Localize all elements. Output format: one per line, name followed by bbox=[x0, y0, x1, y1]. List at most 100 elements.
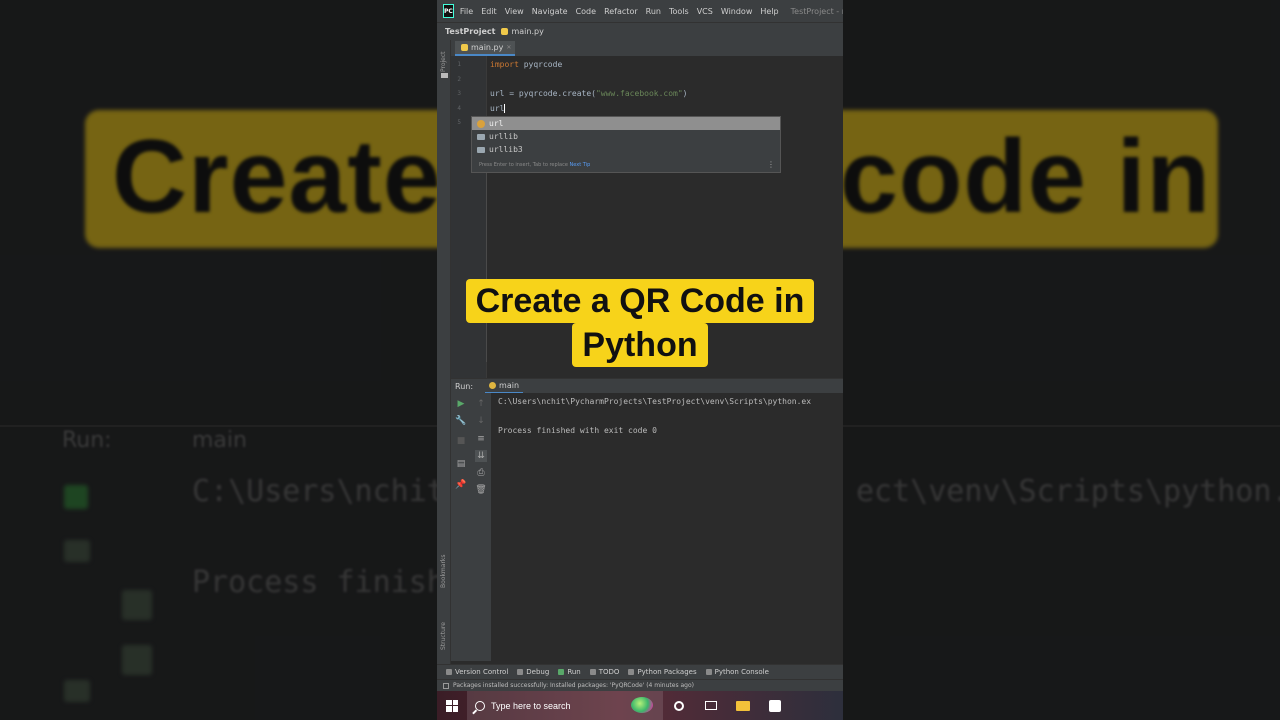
line-number: 3 bbox=[457, 90, 461, 97]
overlay-title-line2: Python bbox=[572, 323, 708, 367]
circle-icon bbox=[674, 700, 684, 711]
stop-icon[interactable]: ■ bbox=[455, 435, 467, 447]
breadcrumb-file[interactable]: main.py bbox=[501, 27, 544, 36]
menu-code[interactable]: Code bbox=[576, 7, 596, 16]
branch-icon bbox=[446, 669, 452, 675]
code-line-1: import pyqrcode bbox=[490, 60, 562, 69]
cortana-button[interactable] bbox=[663, 691, 695, 720]
package-icon bbox=[477, 133, 485, 140]
tab-main-py[interactable]: main.py ✕ bbox=[455, 41, 515, 56]
close-paren: ) bbox=[682, 89, 688, 98]
breadcrumb-project[interactable]: TestProject bbox=[445, 27, 495, 36]
url-string: "www.facebook.com" bbox=[595, 89, 683, 98]
arrow-up-icon[interactable]: ↑ bbox=[475, 398, 487, 410]
more-options-icon[interactable]: ⋮ bbox=[767, 160, 775, 169]
arrow-down-icon[interactable]: ↓ bbox=[475, 415, 487, 427]
search-placeholder: Type here to search bbox=[491, 700, 571, 711]
play-icon bbox=[558, 669, 565, 675]
run-tab-main[interactable]: main bbox=[485, 379, 524, 394]
taskbar-search[interactable]: Type here to search bbox=[467, 691, 663, 720]
line-number: 5 bbox=[457, 119, 461, 126]
tool-label: Python Packages bbox=[637, 668, 697, 676]
run-tool-header: Run: main bbox=[451, 378, 843, 394]
console-result: Process finished with exit code 0 bbox=[498, 426, 657, 435]
menu-vcs[interactable]: VCS bbox=[697, 7, 713, 16]
completion-hint: Press Enter to insert, Tab to replace Ne… bbox=[479, 162, 590, 168]
run-button[interactable]: Run bbox=[558, 668, 581, 676]
menu-run[interactable]: Run bbox=[646, 7, 661, 16]
menu-bar: PC File Edit View Navigate Code Refactor… bbox=[437, 0, 843, 22]
scroll-to-end-icon[interactable]: ⇊ bbox=[475, 450, 487, 462]
windows-logo-icon bbox=[446, 699, 458, 712]
pycharm-window: PC File Edit View Navigate Code Refactor… bbox=[437, 0, 843, 720]
python-icon bbox=[489, 381, 497, 389]
search-highlight-icon bbox=[631, 697, 653, 713]
pin-icon[interactable]: 📌 bbox=[455, 479, 467, 491]
rerun-icon[interactable]: ▶ bbox=[455, 398, 467, 410]
completion-item[interactable]: url bbox=[472, 117, 780, 130]
console-icon bbox=[705, 669, 712, 675]
completion-label: urllib bbox=[489, 132, 518, 141]
layout-icon[interactable]: ▤ bbox=[455, 458, 467, 470]
pycharm-logo-icon: PC bbox=[443, 4, 454, 18]
bookmarks-tool-button[interactable]: Bookmarks bbox=[440, 554, 447, 588]
code-line-4: url bbox=[490, 104, 506, 113]
text-caret bbox=[504, 104, 506, 113]
version-control-button[interactable]: Version Control bbox=[446, 668, 508, 676]
tool-label: Run bbox=[567, 668, 581, 676]
overlay-title-line1: Create a QR Code in bbox=[465, 279, 815, 323]
window-title: TestProject - ma bbox=[790, 6, 843, 16]
soft-wrap-icon[interactable]: ≡ bbox=[475, 433, 487, 445]
bug-icon bbox=[517, 669, 524, 675]
menu-refactor[interactable]: Refactor bbox=[604, 7, 638, 16]
run-toolbar: ▶ ↑ 🔧 ↓ ■ ≡ ▤ ⇊ ⎙ 📌 🗑 bbox=[451, 393, 491, 661]
completion-item[interactable]: urllib bbox=[472, 130, 780, 143]
windows-taskbar: Type here to search bbox=[437, 691, 843, 720]
search-icon bbox=[475, 700, 485, 711]
menu-edit[interactable]: Edit bbox=[481, 7, 497, 16]
store-button[interactable] bbox=[759, 691, 791, 720]
menu-tools[interactable]: Tools bbox=[669, 7, 689, 16]
bottom-tool-strip: Version Control Debug Run TODO Python Pa… bbox=[437, 664, 843, 679]
menu-help[interactable]: Help bbox=[760, 7, 778, 16]
run-label: Run: bbox=[455, 381, 474, 391]
wrench-icon[interactable]: 🔧 bbox=[455, 415, 467, 427]
package-icon bbox=[628, 669, 635, 675]
status-bar: Packages installed successfully: Install… bbox=[437, 679, 843, 691]
tab-main-py-label: main.py bbox=[471, 43, 504, 52]
folder-icon bbox=[441, 73, 448, 78]
debug-button[interactable]: Debug bbox=[517, 668, 549, 676]
structure-tool-button[interactable]: Structure bbox=[440, 622, 447, 650]
completion-hint-text: Press Enter to insert, Tab to replace bbox=[479, 162, 568, 168]
line-number: 4 bbox=[457, 105, 461, 112]
todo-button[interactable]: TODO bbox=[589, 668, 620, 676]
completion-item[interactable]: urllib3 bbox=[472, 143, 780, 156]
start-button[interactable] bbox=[437, 691, 467, 720]
menu-window[interactable]: Window bbox=[721, 7, 753, 16]
next-tip-link[interactable]: Next Tip bbox=[570, 162, 591, 168]
console-command: C:\Users\nchit\PycharmProjects\TestProje… bbox=[498, 397, 812, 406]
autocomplete-popup: url urllib urllib3 Press Enter to insert… bbox=[471, 116, 781, 173]
status-toggle-icon[interactable] bbox=[443, 682, 449, 689]
project-tool-button[interactable]: Project bbox=[440, 51, 447, 72]
editor-tabs: main.py ✕ bbox=[451, 40, 843, 56]
close-icon[interactable]: ✕ bbox=[506, 44, 511, 51]
print-icon[interactable]: ⎙ bbox=[475, 467, 487, 479]
tool-label: TODO bbox=[598, 668, 620, 676]
completion-label: url bbox=[489, 119, 504, 128]
task-view-button[interactable] bbox=[695, 691, 727, 720]
typed-text: url bbox=[490, 104, 505, 113]
run-tab-label: main bbox=[499, 380, 520, 390]
python-console-button[interactable]: Python Console bbox=[705, 668, 769, 676]
menu-navigate[interactable]: Navigate bbox=[532, 7, 568, 16]
menu-view[interactable]: View bbox=[505, 7, 524, 16]
status-message: Packages installed successfully: Install… bbox=[453, 682, 694, 689]
file-explorer-button[interactable] bbox=[727, 691, 759, 720]
python-packages-button[interactable]: Python Packages bbox=[628, 668, 697, 676]
menu-file[interactable]: File bbox=[460, 7, 473, 16]
line-number: 2 bbox=[457, 76, 461, 83]
trash-icon[interactable]: 🗑 bbox=[475, 484, 487, 496]
keyword-import: import bbox=[490, 60, 519, 69]
list-icon bbox=[589, 669, 596, 675]
python-file-icon bbox=[501, 28, 509, 35]
